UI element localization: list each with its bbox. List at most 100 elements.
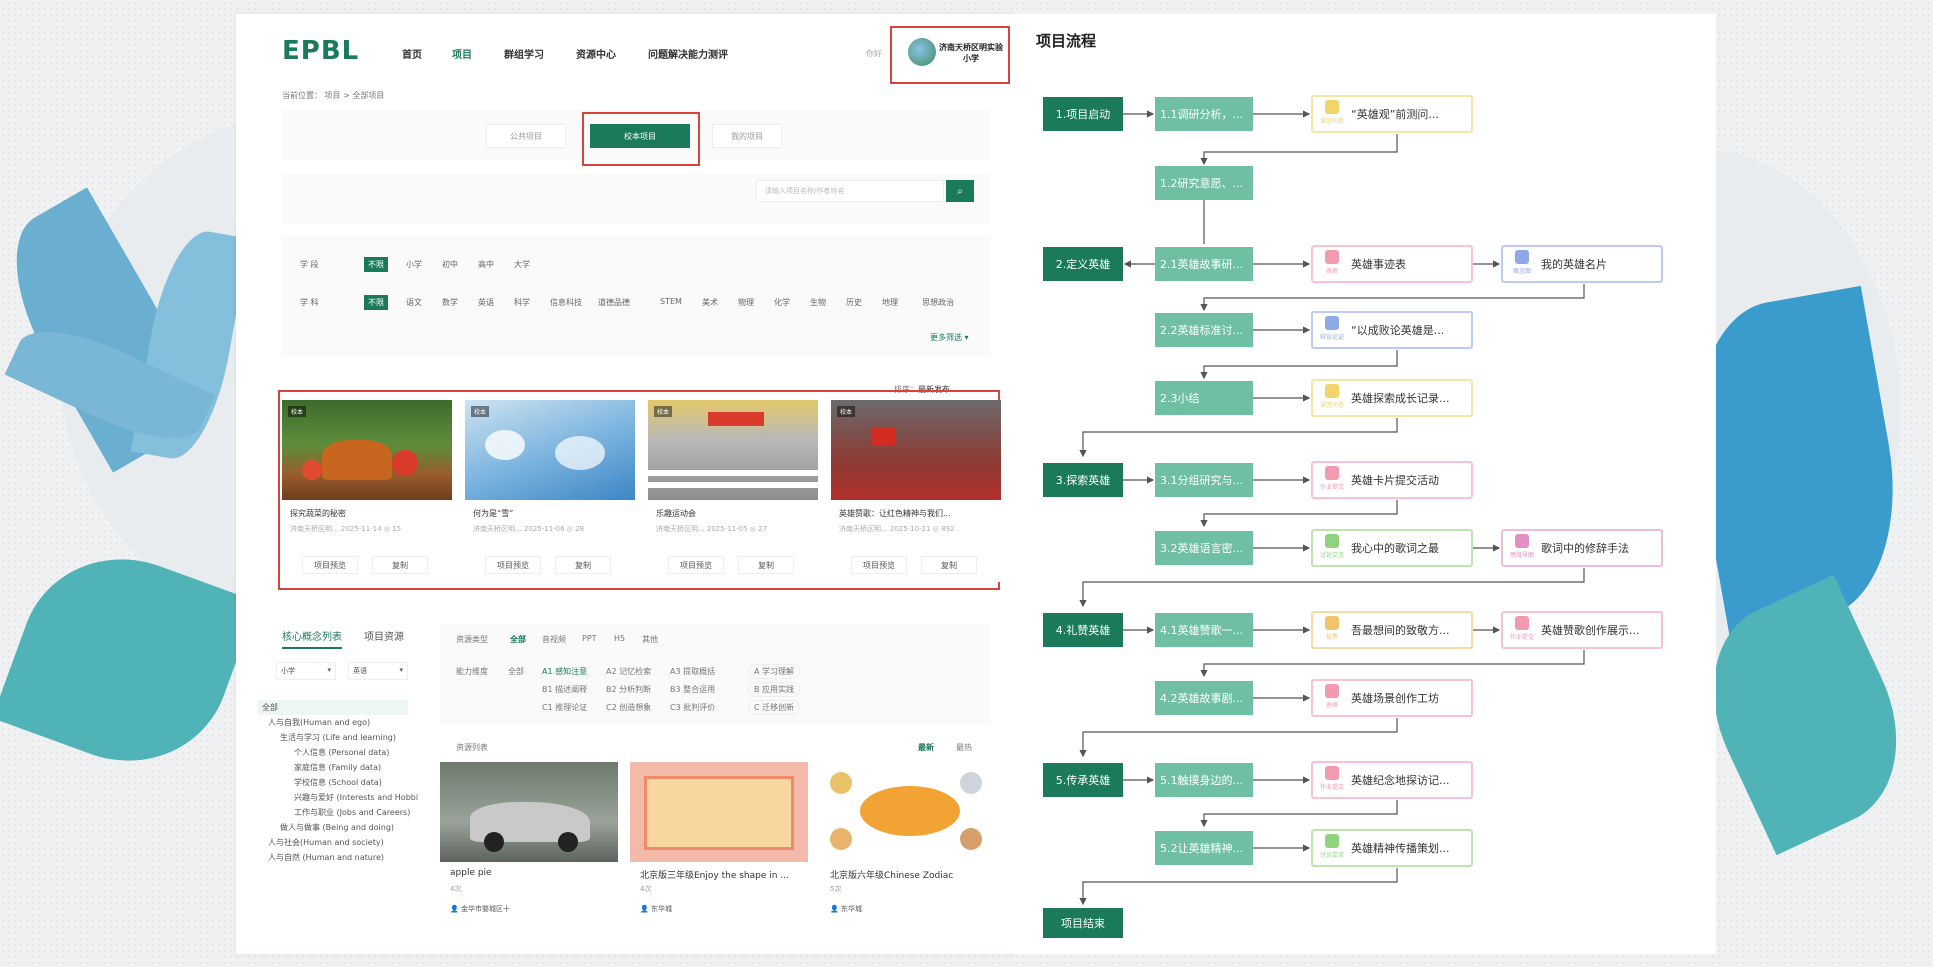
nav-projects[interactable]: 项目: [452, 46, 472, 61]
tab-my-projects[interactable]: 我的项目: [712, 124, 782, 148]
preview-button[interactable]: 项目预览: [668, 556, 724, 574]
flow-stage-define[interactable]: 2.定义英雄: [1043, 247, 1123, 281]
subject-option[interactable]: 不限: [364, 295, 388, 310]
tree-item[interactable]: 学校信息 (School data): [258, 775, 408, 790]
ability-option[interactable]: B3 整合运用: [670, 684, 715, 695]
tree-item[interactable]: 兴趣与爱好 (Interests and Hobbi: [258, 790, 418, 805]
flow-stage-inherit[interactable]: 5.传承英雄: [1043, 763, 1123, 797]
subject-option[interactable]: 数学: [442, 297, 458, 308]
resource-type-option[interactable]: 音视频: [542, 634, 566, 645]
search-button[interactable]: ⌕: [946, 180, 974, 202]
tree-item[interactable]: 家庭信息 (Family data): [258, 760, 408, 775]
ability-option[interactable]: B1 描述阐释: [542, 684, 587, 695]
subject-option[interactable]: 生物: [810, 297, 826, 308]
flow-step[interactable]: 1.1调研分析，...: [1155, 97, 1253, 131]
flow-result-card[interactable]: 作业提交 英雄纪念地探访记...: [1311, 761, 1473, 799]
nav-resource-center[interactable]: 资源中心: [576, 46, 616, 61]
subject-option[interactable]: STEM: [660, 297, 682, 306]
flow-result-card[interactable]: 辩论论证 “以成败论英雄是...: [1311, 311, 1473, 349]
tab-public-projects[interactable]: 公共项目: [486, 124, 566, 148]
ability-option[interactable]: B2 分析判断: [606, 684, 651, 695]
flow-step[interactable]: 5.1触摸身边的...: [1155, 763, 1253, 797]
subject-option[interactable]: 历史: [846, 297, 862, 308]
subject-option[interactable]: 地理: [882, 297, 898, 308]
copy-button[interactable]: 复制: [738, 556, 794, 574]
flow-result-card[interactable]: 讨论交流 英雄精神传播策划...: [1311, 829, 1473, 867]
flow-result-card[interactable]: 思维导图 歌词中的修辞手法: [1501, 529, 1663, 567]
resource-type-option[interactable]: PPT: [582, 634, 597, 643]
tree-item[interactable]: 工作与职业 (Jobs and Careers): [258, 805, 410, 820]
stage-option[interactable]: 初中: [442, 259, 458, 270]
stage-select[interactable]: 小学 ▾: [276, 662, 336, 680]
subject-option[interactable]: 道德品德: [598, 297, 630, 308]
subject-option[interactable]: 信息科技: [550, 297, 582, 308]
flow-result-card[interactable]: 投票 吾最想间的致敬方...: [1311, 611, 1473, 649]
flow-step[interactable]: 5.2让英雄精神...: [1155, 831, 1253, 865]
flow-result-card[interactable]: 作业提交 英雄赞歌创作展示...: [1501, 611, 1663, 649]
resource-card[interactable]: apple pie 4次 👤 金华市婺城区十: [440, 762, 618, 952]
more-filters-link[interactable]: 更多筛选 ▾: [930, 332, 969, 343]
flow-step[interactable]: 1.2研究意愿、...: [1155, 166, 1253, 200]
ability-group[interactable]: C 迁移创新: [748, 700, 801, 715]
copy-button[interactable]: 复制: [921, 556, 977, 574]
flow-step[interactable]: 3.1分组研究与...: [1155, 463, 1253, 497]
subject-option[interactable]: 科学: [514, 297, 530, 308]
tree-item[interactable]: 个人信息 (Personal data): [258, 745, 408, 760]
resource-card[interactable]: 北京版六年级Chinese Zodiac 5次 👤 东华城: [820, 762, 998, 952]
flow-step[interactable]: 4.1英雄赞歌一...: [1155, 613, 1253, 647]
flow-step[interactable]: 2.3小结: [1155, 381, 1253, 415]
project-card[interactable]: 校本 探究蔬菜的秘密 济南天桥区明... 2025-11-14 ◎ 15 项目预…: [282, 400, 452, 582]
subject-select[interactable]: 英语 ▾: [348, 662, 408, 680]
resource-card[interactable]: 北京版三年级Enjoy the shape in ... 4次 👤 东华城: [630, 762, 808, 952]
stage-option[interactable]: 大学: [514, 259, 530, 270]
flow-result-card[interactable]: 表格 英雄事迹表: [1311, 245, 1473, 283]
project-card[interactable]: 校本 乐趣运动会 济南天桥区明... 2025-11-05 ◎ 27 项目预览 …: [648, 400, 818, 582]
copy-button[interactable]: 复制: [372, 556, 428, 574]
flow-result-card[interactable]: 概念图 我的英雄名片: [1501, 245, 1663, 283]
subject-option[interactable]: 物理: [738, 297, 754, 308]
user-name[interactable]: 济南天桥区明实验小学: [938, 42, 1004, 64]
flow-stage-start[interactable]: 1.项目启动: [1043, 97, 1123, 131]
ability-group[interactable]: A 学习理解: [748, 664, 801, 679]
ability-option[interactable]: A1 感知注意: [542, 666, 587, 677]
resource-type-option[interactable]: 其他: [642, 634, 658, 645]
tree-item[interactable]: 人与自我(Human and ego): [258, 715, 408, 730]
flow-result-card[interactable]: 课堂问卷 英雄探索成长记录...: [1311, 379, 1473, 417]
nav-problem-solving-test[interactable]: 问题解决能力测评: [648, 46, 728, 61]
tree-item[interactable]: 人与社会(Human and society): [258, 835, 408, 850]
subject-option[interactable]: 美术: [702, 297, 718, 308]
ability-option[interactable]: A3 提取概括: [670, 666, 715, 677]
avatar[interactable]: [908, 38, 936, 66]
flow-result-card[interactable]: 讨论交流 我心中的歌词之最: [1311, 529, 1473, 567]
flow-step[interactable]: 2.1英雄故事研...: [1155, 247, 1253, 281]
flow-result-card[interactable]: 课堂问卷 “英雄观”前测问...: [1311, 95, 1473, 133]
epbl-logo[interactable]: EPBL: [282, 36, 359, 66]
preview-button[interactable]: 项目预览: [485, 556, 541, 574]
ability-option[interactable]: A2 记忆检索: [606, 666, 651, 677]
nav-home[interactable]: 首页: [402, 46, 422, 61]
resource-type-option[interactable]: 全部: [510, 634, 526, 645]
ability-option[interactable]: C3 批判评价: [670, 702, 715, 713]
flow-step[interactable]: 2.2英雄标准讨...: [1155, 313, 1253, 347]
flow-stage-explore[interactable]: 3.探索英雄: [1043, 463, 1123, 497]
ability-group[interactable]: B 应用实践: [748, 682, 801, 697]
subject-option[interactable]: 语文: [406, 297, 422, 308]
flow-result-card[interactable]: 表格 英雄场景创作工坊: [1311, 679, 1473, 717]
subject-option[interactable]: 思想政治: [922, 297, 954, 308]
ability-option[interactable]: C2 创造想象: [606, 702, 651, 713]
sort-newest[interactable]: 最新: [918, 742, 934, 753]
stage-option[interactable]: 小学: [406, 259, 422, 270]
nav-group-learning[interactable]: 群组学习: [504, 46, 544, 61]
preview-button[interactable]: 项目预览: [302, 556, 358, 574]
subject-option[interactable]: 化学: [774, 297, 790, 308]
stage-option[interactable]: 高中: [478, 259, 494, 270]
ability-all[interactable]: 全部: [508, 666, 524, 677]
search-input[interactable]: 请输入项目名称/作者姓名: [756, 180, 944, 202]
tree-item[interactable]: 人与自然 (Human and nature): [258, 850, 408, 865]
project-card[interactable]: 校本 何为是“雪” 济南天桥区明... 2025-11-06 ◎ 28 项目预览…: [465, 400, 635, 582]
flow-step[interactable]: 3.2英雄语言密...: [1155, 531, 1253, 565]
ability-option[interactable]: C1 推理论证: [542, 702, 587, 713]
sort-hottest[interactable]: 最热: [956, 742, 972, 753]
tree-item[interactable]: 生活与学习 (Life and learning): [258, 730, 408, 745]
preview-button[interactable]: 项目预览: [851, 556, 907, 574]
